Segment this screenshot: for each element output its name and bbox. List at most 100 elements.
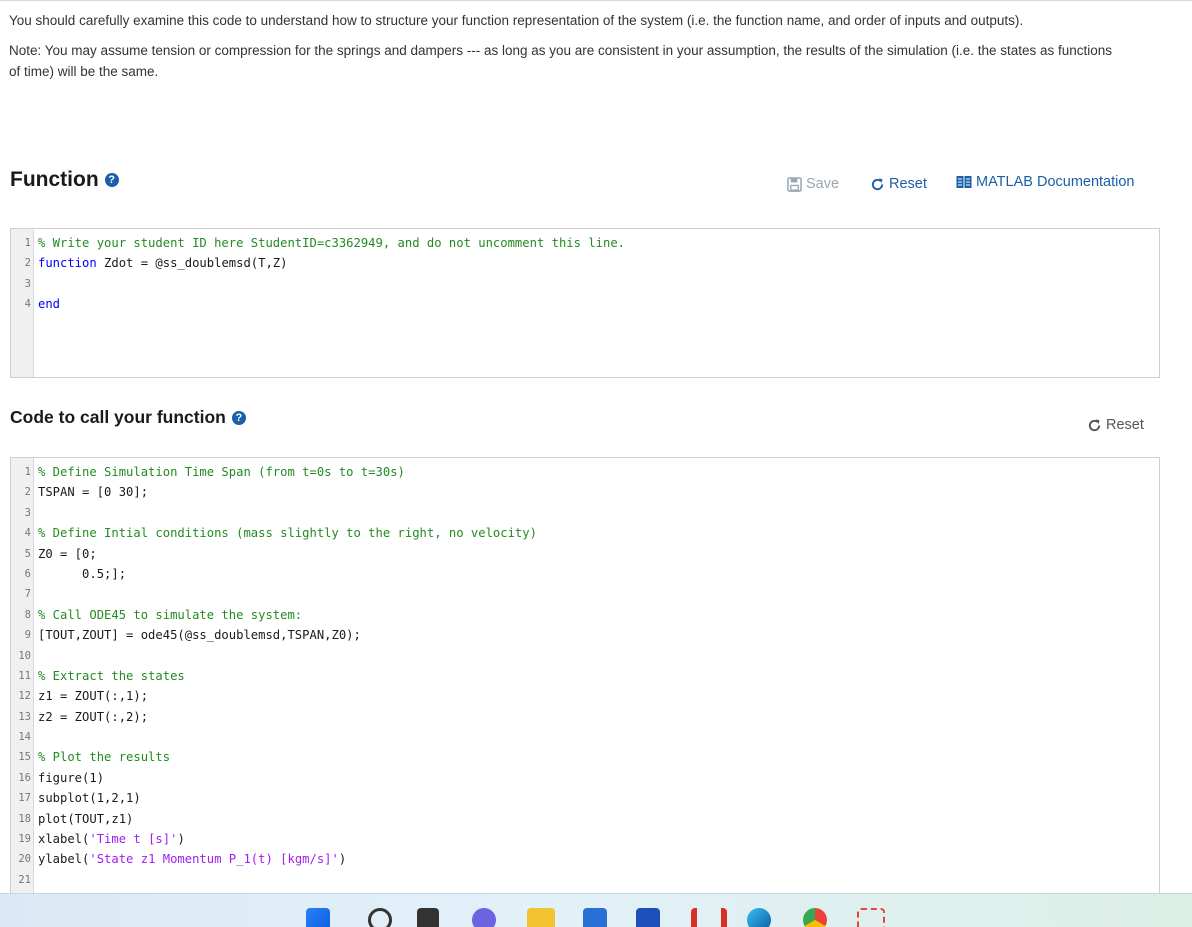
code-line[interactable]: 20 ylabel('State z1 Momentum P_1(t) [kgm/… [11, 849, 1159, 869]
matlab-documentation-link[interactable]: MATLAB Documentation [956, 174, 1135, 190]
line-number: 1 [24, 466, 31, 478]
code-text: Z0 = [0; [38, 546, 97, 561]
line-number: 4 [24, 298, 31, 311]
floppy-disk-icon [787, 176, 802, 192]
reset-function-button[interactable]: Reset [870, 176, 927, 192]
documentation-label: MATLAB Documentation [976, 174, 1135, 190]
function-title-text: Function [10, 168, 99, 191]
line-number: 15 [18, 751, 31, 764]
line-number: 7 [24, 588, 31, 601]
line-number: 11 [18, 669, 31, 682]
code-line[interactable]: 4 % Define Intial conditions (mass slight… [11, 523, 1159, 543]
code-line[interactable]: 19 xlabel('Time t [s]') [11, 829, 1159, 849]
code-text: % Plot the results [38, 750, 171, 765]
code-line[interactable]: 13 z2 = ZOUT(:,2); [11, 707, 1159, 727]
call-title-text: Code to call your function [10, 407, 226, 427]
call-code-editor[interactable]: 1 % Define Simulation Time Span (from t=0… [10, 457, 1160, 894]
edge-icon[interactable] [747, 908, 771, 927]
save-label: Save [806, 176, 840, 192]
code-text: [TOUT,ZOUT] = ode45(@ss_doublemsd,TSPAN,… [38, 628, 361, 643]
code-line[interactable]: 3 [11, 503, 1159, 523]
line-number: 6 [24, 567, 31, 580]
code-text: function Zdot = @ss_doublemsd(T,Z) [38, 256, 288, 271]
code-line[interactable]: 8 % Call ODE45 to simulate the system: [11, 605, 1159, 625]
line-number: 21 [18, 873, 31, 886]
save-button[interactable]: Save [787, 176, 839, 192]
task-view-icon[interactable] [417, 908, 439, 927]
line-number: 17 [18, 792, 31, 805]
line-number: 2 [24, 486, 31, 499]
code-line[interactable]: 9 [TOUT,ZOUT] = ode45(@ss_doublemsd,TSPAN… [11, 625, 1159, 645]
code-line[interactable]: 2 TSPAN = [0 30]; [11, 482, 1159, 502]
line-number: 5 [24, 547, 31, 560]
code-text: % Define Simulation Time Span (from t=0s… [38, 465, 405, 479]
line-number: 20 [18, 853, 31, 866]
code-line[interactable]: 16 figure(1) [11, 768, 1159, 788]
help-icon[interactable]: ? [231, 411, 246, 426]
code-text: z2 = ZOUT(:,2); [38, 709, 149, 724]
code-line[interactable]: 4 end [11, 294, 1159, 314]
line-number: 4 [24, 527, 31, 540]
call-code-lines: 1 % Define Simulation Time Span (from t=0… [11, 462, 1159, 890]
code-text: % Write your student ID here StudentID=c… [38, 236, 625, 250]
code-text: ylabel('State z1 Momentum P_1(t) [kgm/s]… [38, 852, 347, 867]
windows-start-icon[interactable] [306, 908, 330, 927]
code-text: end [38, 297, 61, 312]
instructions-paragraph-1: You should carefully examine this code t… [9, 13, 1024, 28]
code-line[interactable]: 7 [11, 584, 1159, 604]
instructions: You should carefully examine this code t… [9, 10, 1119, 91]
search-icon[interactable] [368, 908, 392, 927]
code-line[interactable]: 1 % Define Simulation Time Span (from t=0… [11, 462, 1159, 482]
code-line[interactable]: 6 0.5;]; [11, 564, 1159, 584]
reset-call-code-button[interactable]: Reset [1087, 417, 1144, 433]
store-icon[interactable] [583, 908, 607, 927]
chrome-icon[interactable] [803, 908, 827, 927]
line-number: 18 [18, 812, 31, 825]
top-divider [0, 0, 1192, 1]
code-line[interactable]: 3 [11, 274, 1159, 294]
file-explorer-icon[interactable] [527, 908, 555, 927]
reset-label: Reset [889, 176, 927, 192]
code-line[interactable]: 5 Z0 = [0; [11, 544, 1159, 564]
code-text: z1 = ZOUT(:,1); [38, 689, 149, 704]
call-section-title: Code to call your function? [10, 407, 246, 428]
reset-label: Reset [1106, 417, 1144, 433]
function-section-title: Function? [10, 168, 119, 192]
code-line[interactable]: 17 subplot(1,2,1) [11, 788, 1159, 808]
code-text: subplot(1,2,1) [38, 791, 141, 806]
code-text: plot(TOUT,z1) [38, 811, 134, 826]
code-line[interactable]: 11 % Extract the states [11, 666, 1159, 686]
line-number: 8 [24, 608, 31, 621]
chat-icon[interactable] [472, 908, 496, 927]
reset-icon [871, 177, 884, 190]
line-number: 1 [24, 237, 31, 249]
code-line[interactable]: 15 % Plot the results [11, 747, 1159, 767]
line-number: 3 [24, 277, 31, 290]
code-text: % Define Intial conditions (mass slightl… [38, 526, 537, 541]
function-code-editor[interactable]: 1 % Write your student ID here StudentID=… [10, 228, 1160, 378]
code-line[interactable]: 21 [11, 870, 1159, 890]
line-number: 2 [24, 257, 31, 270]
code-text: TSPAN = [0 30]; [38, 485, 149, 500]
line-number: 10 [18, 649, 31, 662]
vscode-icon[interactable] [636, 908, 660, 927]
book-icon [956, 176, 972, 188]
code-line[interactable]: 2 function Zdot = @ss_doublemsd(T,Z) [11, 253, 1159, 273]
instructions-note: Note: You may assume tension or compress… [9, 43, 1113, 79]
code-line[interactable]: 12 z1 = ZOUT(:,1); [11, 686, 1159, 706]
function-code-lines: 1 % Write your student ID here StudentID=… [11, 233, 1159, 315]
help-icon[interactable]: ? [104, 173, 119, 188]
code-text: 0.5;]; [38, 566, 127, 581]
reset-icon [1088, 418, 1101, 431]
line-number: 16 [18, 771, 31, 784]
line-number: 19 [18, 833, 31, 846]
line-number: 9 [24, 629, 31, 642]
line-number: 12 [18, 690, 31, 703]
code-line[interactable]: 10 [11, 646, 1159, 666]
snipping-tool-icon[interactable] [857, 908, 885, 927]
code-line[interactable]: 18 plot(TOUT,z1) [11, 809, 1159, 829]
code-line[interactable]: 14 [11, 727, 1159, 747]
gmail-icon[interactable] [691, 908, 727, 927]
code-line[interactable]: 1 % Write your student ID here StudentID=… [11, 233, 1159, 253]
code-text: xlabel('Time t [s]') [38, 832, 185, 847]
